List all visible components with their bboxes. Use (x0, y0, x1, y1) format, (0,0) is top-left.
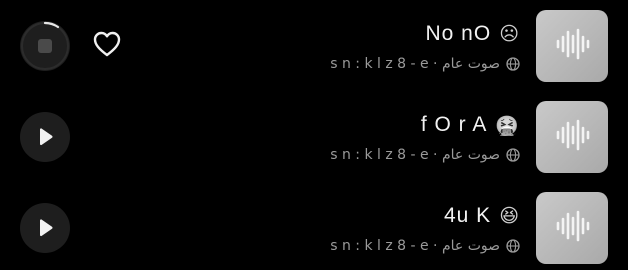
globe-icon (506, 239, 520, 253)
sound-meta: صوت عام · s n : k l z 8 - e (330, 56, 500, 72)
sound-meta: صوت عام · s n : k l z 8 - e (330, 238, 500, 254)
sound-row[interactable]: 4u K 😆 صوت عام · s n : k l z 8 - e (0, 190, 628, 266)
play-icon (36, 218, 54, 238)
sound-meta: صوت عام · s n : k l z 8 - e (330, 147, 500, 163)
sound-cover[interactable] (536, 10, 608, 82)
sound-title-line: 4u K 😆 (140, 200, 520, 232)
frowning-face-icon: ☹ (499, 23, 520, 45)
sound-title: 4u K (443, 204, 492, 227)
progress-ring (21, 21, 69, 70)
sound-meta-line: صوت عام · s n : k l z 8 - e (140, 143, 520, 167)
globe-icon (506, 57, 520, 71)
sound-title-line: No nO ☹ (140, 18, 520, 50)
laughing-face-icon: 😆 (499, 205, 520, 227)
sound-cover[interactable] (536, 101, 608, 173)
play-button[interactable] (20, 112, 70, 162)
globe-icon (506, 148, 520, 162)
sound-title: No nO (425, 22, 492, 45)
play-icon (36, 127, 54, 147)
sound-row[interactable]: No nO ☹ صوت عام · s n : k l z 8 - e (0, 8, 628, 84)
sound-meta-line: صوت عام · s n : k l z 8 - e (140, 234, 520, 258)
stop-button[interactable] (20, 21, 70, 71)
waveform-icon (552, 206, 592, 250)
sound-list: No nO ☹ صوت عام · s n : k l z 8 - e f O … (0, 0, 628, 270)
sound-info: f O r A 🤮 صوت عام · s n : k l z 8 - e (140, 109, 520, 167)
vomiting-face-icon: 🤮 (495, 114, 520, 137)
sound-title-line: f O r A 🤮 (140, 109, 520, 141)
sound-meta-line: صوت عام · s n : k l z 8 - e (140, 52, 520, 76)
sound-info: No nO ☹ صوت عام · s n : k l z 8 - e (140, 18, 520, 76)
heart-outline-icon (93, 31, 121, 61)
favorite-button[interactable] (90, 29, 124, 63)
play-button[interactable] (20, 203, 70, 253)
sound-title: f O r A (420, 113, 488, 136)
waveform-icon (552, 115, 592, 159)
sound-row[interactable]: f O r A 🤮 صوت عام · s n : k l z 8 - e (0, 99, 628, 175)
sound-cover[interactable] (536, 192, 608, 264)
waveform-icon (552, 24, 592, 68)
sound-info: 4u K 😆 صوت عام · s n : k l z 8 - e (140, 200, 520, 258)
